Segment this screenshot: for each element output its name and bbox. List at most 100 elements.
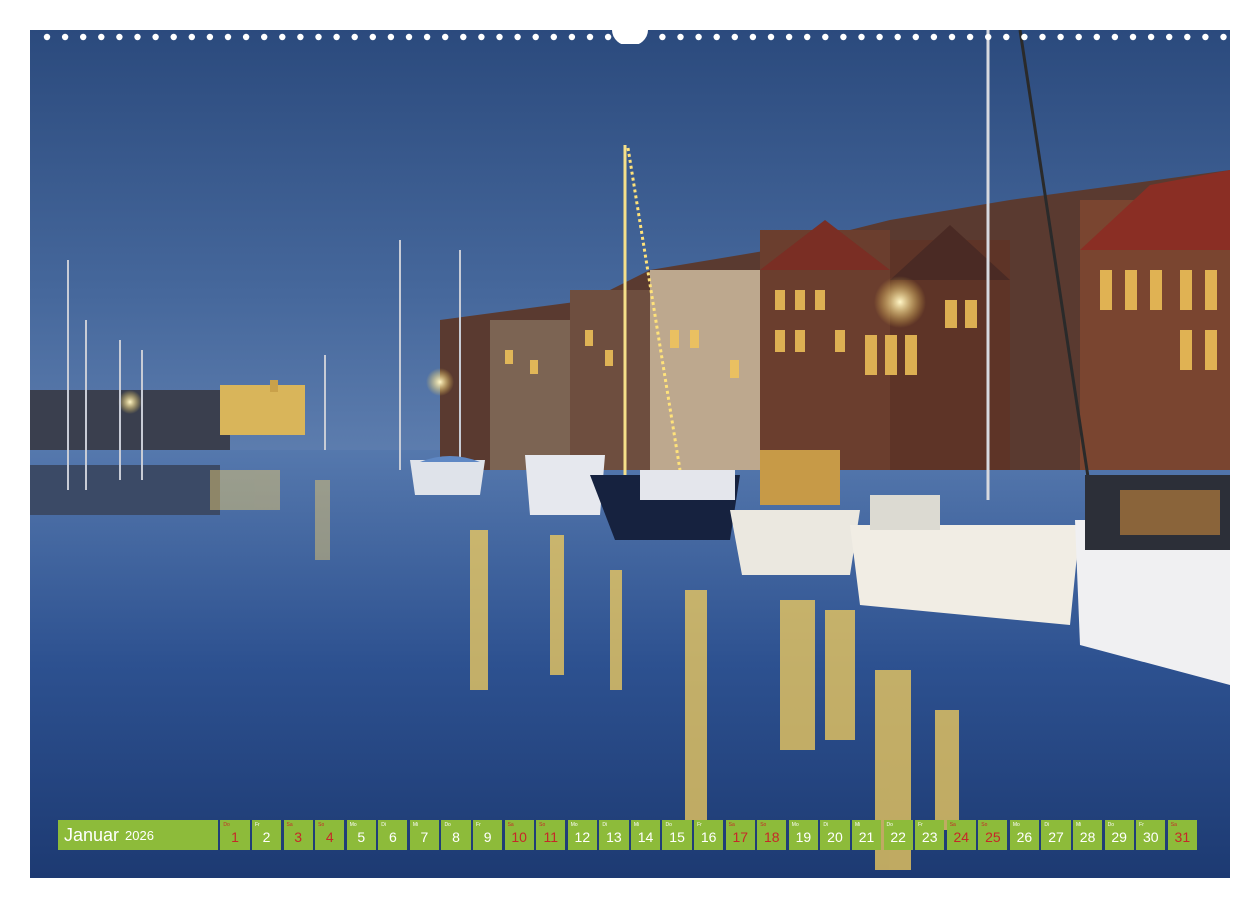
- binding-hole: [496, 33, 503, 41]
- day-number: 22: [890, 829, 906, 845]
- day-cell: Di 27: [1041, 820, 1071, 850]
- binding-hole: [1202, 33, 1209, 41]
- binding-hole: [1021, 33, 1028, 41]
- day-cell: Di 6: [378, 820, 408, 850]
- day-number: 8: [452, 829, 460, 845]
- binding-hole: [43, 33, 51, 41]
- binding-hole: [894, 33, 901, 41]
- binding-hole: [1075, 33, 1082, 41]
- day-abbr: Do: [444, 822, 451, 828]
- day-cell: So 4: [315, 820, 345, 850]
- binding-hole: [1147, 33, 1155, 41]
- binding-hole: [1057, 33, 1064, 41]
- day-number: 21: [858, 829, 875, 845]
- binding-hole: [387, 33, 395, 41]
- binding-hole: [912, 33, 919, 41]
- day-number: 19: [795, 829, 812, 845]
- binding-hole: [242, 33, 250, 41]
- binding-hole: [61, 33, 69, 41]
- binding-hole: [297, 33, 304, 41]
- binding-hole: [188, 33, 195, 41]
- binding-hole: [1039, 33, 1046, 41]
- day-abbr: Do: [886, 822, 893, 828]
- binding-hole: [695, 33, 702, 41]
- day-cell: Sa 24: [946, 820, 976, 850]
- day-abbr: So: [318, 822, 325, 828]
- day-abbr: Fr: [918, 822, 923, 828]
- day-cell: So 18: [757, 820, 787, 850]
- day-cell: Do 8: [441, 820, 471, 850]
- day-abbr: So: [539, 822, 546, 828]
- day-number: 14: [637, 829, 654, 845]
- day-cell: Di 13: [599, 820, 629, 850]
- binding-hole: [749, 33, 757, 41]
- binding-hole: [224, 33, 232, 41]
- binding-hole: [1093, 33, 1101, 41]
- day-number: 12: [574, 829, 591, 845]
- calendar-photo: [30, 30, 1230, 878]
- binding-hole: [550, 33, 557, 41]
- binding-hole: [731, 33, 738, 41]
- day-number: 7: [420, 829, 429, 845]
- binding-hole: [568, 33, 576, 41]
- day-number: 9: [483, 829, 492, 845]
- day-number: 30: [1142, 829, 1159, 845]
- day-abbr: Sa: [728, 822, 735, 828]
- day-cell: Sa 31: [1167, 820, 1197, 850]
- binding-hole: [116, 33, 123, 41]
- binding-hole: [315, 33, 322, 41]
- binding-hole: [1003, 33, 1010, 41]
- day-abbr: Sa: [1170, 822, 1177, 828]
- spiral-binding: [30, 30, 1230, 44]
- binding-hole: [948, 33, 956, 41]
- day-cell: So 11: [536, 820, 566, 850]
- day-abbr: Do: [665, 822, 672, 828]
- binding-hole: [1129, 33, 1137, 41]
- month-year: 2026: [125, 827, 154, 843]
- day-cell: Mo 19: [788, 820, 818, 850]
- day-number: 4: [325, 829, 334, 845]
- month-name: Januar: [64, 824, 120, 845]
- binding-hole: [767, 33, 775, 41]
- day-abbr: Mo: [791, 822, 799, 828]
- day-number: 29: [1111, 829, 1127, 845]
- day-cell: Mo 26: [1009, 820, 1040, 850]
- day-number: 26: [1016, 829, 1033, 845]
- day-cell: Sa 17: [725, 820, 755, 850]
- binding-hole: [876, 33, 883, 41]
- binding-hole: [785, 33, 793, 41]
- day-cell: Sa 3: [283, 820, 313, 850]
- day-abbr: Di: [602, 822, 608, 828]
- binding-hole: [514, 33, 521, 41]
- binding-hole: [840, 33, 847, 41]
- day-abbr: Mi: [633, 822, 640, 828]
- day-abbr: Di: [381, 822, 387, 828]
- day-number: 6: [388, 829, 397, 845]
- month-label: Januar 2026: [58, 820, 218, 850]
- binding-hole: [333, 33, 340, 41]
- day-number: 1: [231, 829, 239, 845]
- day-number: 3: [294, 829, 303, 845]
- day-cell: Mo 5: [346, 820, 376, 850]
- binding-hole: [369, 33, 376, 41]
- binding-hole: [170, 33, 177, 41]
- binding-hole: [966, 33, 974, 41]
- day-cell: Do 1: [220, 820, 250, 850]
- binding-hole: [80, 33, 87, 41]
- day-cell: Mo 12: [567, 820, 597, 850]
- binding-hole: [532, 33, 539, 41]
- day-cells: Do 1 Fr 2 Sa 3 So 4 Mo 5 Di 6 Mi 7 Do 8 Fr 9 Sa 10 So 11 Mo 12 D…: [220, 820, 1197, 850]
- day-abbr: Sa: [949, 822, 956, 828]
- day-cell: Di 20: [820, 820, 850, 850]
- binding-hole: [478, 33, 485, 41]
- binding-hole: [1184, 33, 1191, 41]
- day-number: 25: [985, 829, 1001, 845]
- binding-hole: [930, 33, 938, 41]
- day-abbr: So: [981, 822, 988, 828]
- day-number: 16: [700, 829, 717, 845]
- day-cell: Mi 21: [851, 820, 882, 850]
- day-cell: Fr 2: [251, 820, 282, 850]
- binding-holes: [43, 30, 1227, 44]
- binding-hole: [405, 33, 413, 41]
- day-number: 11: [543, 829, 559, 845]
